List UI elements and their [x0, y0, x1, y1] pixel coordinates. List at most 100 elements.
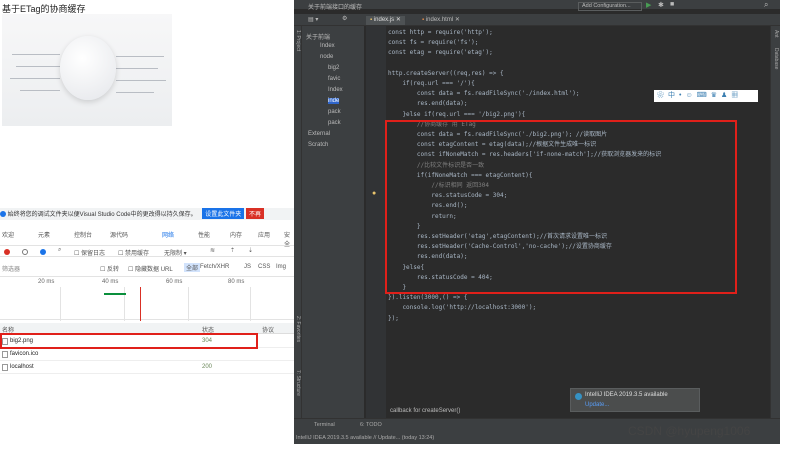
project-view-toggle[interactable]: ▤ ▾: [308, 16, 318, 23]
upload-icon[interactable]: ⇡: [230, 247, 235, 254]
todo-tab[interactable]: 6: TODO: [360, 422, 382, 428]
tree-item[interactable]: pack: [328, 109, 341, 115]
code-line: }).listen(3000,() => {: [388, 294, 468, 302]
request-name: favicon.ico: [10, 351, 39, 357]
info-icon: [0, 211, 6, 218]
tree-item[interactable]: pack: [328, 120, 341, 126]
tab-memory[interactable]: 内存: [230, 230, 242, 239]
code-line: const http = require('http');: [388, 29, 493, 36]
ant-tool-label[interactable]: Ant: [773, 30, 779, 38]
tree-item[interactable]: External: [308, 131, 330, 137]
code-line: console.log('http://localhost:3000');: [388, 304, 537, 312]
type-img[interactable]: Img: [276, 264, 286, 270]
network-timeline: 20 ms 40 ms 60 ms 80 ms: [0, 276, 300, 321]
disable-cache-label: 禁用缓存: [125, 251, 150, 257]
stop-icon[interactable]: ■: [670, 1, 674, 8]
wifi-icon[interactable]: ≋: [210, 247, 215, 254]
filter-icon[interactable]: [40, 249, 46, 255]
set-folder-button[interactable]: 设置此文件夹: [202, 208, 245, 219]
timeline-bar: [104, 293, 126, 295]
notice-text: 始终将您的调试文件夹以便Visual Studio Code中的更改得以持久保存…: [7, 212, 197, 218]
invert-checkbox[interactable]: ☐ 反转: [100, 264, 119, 273]
user-icon[interactable]: ♟: [721, 92, 731, 99]
code-line: });: [388, 314, 399, 322]
tree-item[interactable]: big2: [328, 65, 339, 71]
col-protocol[interactable]: 协议: [262, 325, 274, 334]
tab-application[interactable]: 应用: [258, 230, 270, 239]
download-icon[interactable]: ⇣: [248, 247, 253, 254]
tab-welcome[interactable]: 欢迎: [2, 230, 14, 239]
type-all[interactable]: 全部: [184, 263, 201, 272]
ide-titlebar: [294, 0, 780, 9]
type-js[interactable]: JS: [244, 264, 251, 270]
request-status: 200: [202, 364, 213, 370]
paw-icon[interactable]: ❀: [657, 92, 668, 99]
type-xhr[interactable]: Fetch/XHR: [200, 264, 229, 270]
run-icon[interactable]: ▶: [646, 1, 651, 9]
filter-input[interactable]: 筛选器: [2, 264, 20, 273]
info-icon: [575, 393, 582, 400]
tab-index-html[interactable]: ▪ index.html ✕: [418, 16, 464, 25]
search-icon[interactable]: ⌕: [58, 247, 61, 254]
hide-data-urls-checkbox[interactable]: ☐ 隐藏数据 URL: [128, 264, 173, 273]
project-tool-label[interactable]: 1: Project: [295, 30, 301, 51]
tree-item[interactable]: favic: [328, 76, 340, 82]
request-name: localhost: [10, 364, 34, 370]
update-link[interactable]: Update...: [585, 402, 609, 408]
watermark: CSDN @hyupeng1006: [628, 424, 751, 438]
code-line: http.createServer((req,res) => {: [388, 69, 504, 77]
tab-performance[interactable]: 性能: [198, 230, 210, 239]
bulb-icon[interactable]: ●: [372, 190, 376, 197]
notification-title: IntelliJ IDEA 2019.3.5 available: [585, 392, 668, 398]
tree-item[interactable]: node: [320, 54, 333, 60]
devtools-tabs: 欢迎 元素 控制台 源代码 网络 性能 内存 应用 安全: [0, 228, 300, 248]
table-row[interactable]: localhost 200: [0, 362, 300, 374]
ide-window: 关于前端接口的缓存 Add Configuration... ▶ ✱ ■ ⌕ ▤…: [294, 0, 780, 444]
chinese-icon[interactable]: 中: [668, 92, 679, 99]
database-tool-label[interactable]: Database: [773, 48, 779, 69]
network-filter-bar: 筛选器 ☐ 反转 ☐ 隐藏数据 URL 全部 Fetch/XHR JS CSS …: [0, 262, 300, 273]
tick-40ms: 40 ms: [102, 279, 119, 285]
throttle-label: 无限制: [164, 251, 183, 257]
terminal-tab[interactable]: Terminal: [314, 422, 335, 428]
disable-cache-checkbox[interactable]: ☐ 禁用缓存: [118, 248, 149, 257]
dont-show-button[interactable]: 不再: [245, 208, 264, 219]
html-file-icon: ▪: [422, 17, 425, 23]
highlight-box-request: [0, 333, 258, 349]
floating-toolbar: ❀中•☺⌨♛♟▦: [654, 90, 758, 102]
network-toolbar: ⌕ ☐ 保留日志 ☐ 禁用缓存 无限制 ▾ ≋ ⇡ ⇣: [0, 245, 300, 257]
skin-icon[interactable]: ♛: [711, 92, 721, 99]
tree-item[interactable]: Scratch: [308, 142, 328, 148]
js-file-icon: ▪: [370, 17, 373, 23]
keyboard-icon[interactable]: ⌨: [697, 92, 711, 99]
tree-item[interactable]: Index: [320, 43, 335, 49]
tab-elements[interactable]: 元素: [38, 230, 50, 239]
throttle-select[interactable]: 无限制 ▾: [164, 248, 187, 257]
devtools-notice: 始终将您的调试文件夹以便Visual Studio Code中的更改得以持久保存…: [0, 208, 300, 220]
code-line: if(req.url === '/'){: [388, 80, 475, 88]
settings-gear-icon[interactable]: ⚙: [342, 15, 347, 22]
emoji-icon[interactable]: ☺: [685, 92, 696, 99]
run-configuration-select[interactable]: Add Configuration...: [578, 2, 642, 11]
tree-item[interactable]: 关于前端: [306, 32, 330, 41]
update-notification: IntelliJ IDEA 2019.3.5 available Update.…: [570, 388, 700, 412]
editor-tabbar: ▤ ▾ ⚙ ▪ index.js ✕ ▪ index.html ✕: [294, 14, 780, 26]
debug-icon[interactable]: ✱: [658, 1, 664, 9]
type-css[interactable]: CSS: [258, 264, 270, 270]
preserve-log-checkbox[interactable]: ☐ 保留日志: [74, 248, 105, 257]
tab-console[interactable]: 控制台: [74, 230, 92, 239]
search-everywhere-icon[interactable]: ⌕: [764, 0, 768, 10]
grid-icon[interactable]: ▦: [731, 92, 742, 99]
timeline-marker: [140, 287, 141, 321]
clear-icon[interactable]: [22, 249, 28, 255]
tab-network[interactable]: 网络: [162, 230, 174, 239]
record-icon[interactable]: [4, 249, 10, 255]
tree-item[interactable]: Index: [328, 87, 343, 93]
favorites-tool-label[interactable]: 2: Favorites: [295, 316, 301, 342]
tab-sources[interactable]: 源代码: [110, 230, 128, 239]
tree-item[interactable]: inde: [328, 98, 340, 104]
structure-tool-label[interactable]: 7: Structure: [295, 370, 301, 396]
table-row[interactable]: favicon.ico: [0, 349, 300, 361]
tab-index-js[interactable]: ▪ index.js ✕: [366, 16, 405, 25]
invert-label: 反转: [107, 267, 120, 273]
